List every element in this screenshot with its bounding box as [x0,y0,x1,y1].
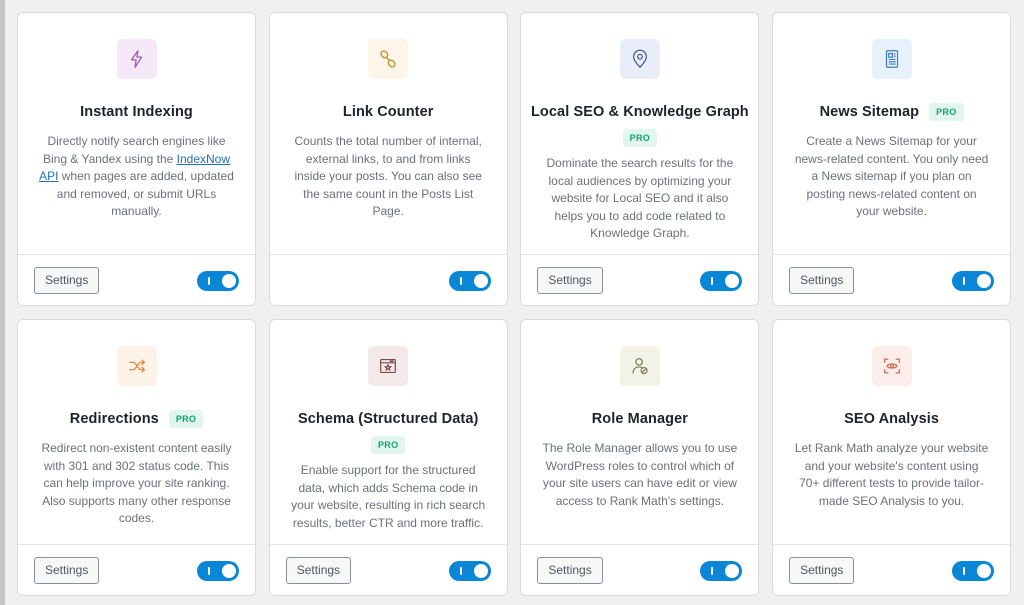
map-pin-icon [619,39,660,79]
module-toggle[interactable] [448,271,491,291]
settings-button[interactable]: Settings [285,557,352,584]
schema-window-icon [368,346,409,386]
module-footer: Settings [269,544,507,595]
settings-button[interactable]: Settings [537,267,603,294]
module-toggle[interactable] [197,561,239,581]
module-title: Instant Indexing [80,104,193,120]
settings-button[interactable]: Settings [34,557,100,584]
module-description: Let Rank Math analyze your website and y… [794,441,989,508]
module-title: Role Manager [591,411,689,427]
shuffle-icon [116,346,157,386]
module-title: Schema (Structured Data) [297,411,479,427]
module-card-local-seo: Local SEO & Knowledge Graph PRO Dominate… [520,12,760,306]
module-description: Create a News Sitemap for your news-rela… [794,134,989,218]
pro-badge: PRO [168,410,204,428]
modules-grid: Instant Indexing Directly notify search … [17,12,1012,596]
module-description: Dominate the search results for the loca… [546,156,734,240]
module-title: Local SEO & Knowledge Graph [530,104,749,120]
pro-badge: PRO [370,436,406,454]
module-toggle[interactable] [952,561,995,581]
module-description: Enable support for the structured data, … [291,463,486,530]
eye-scan-icon [871,346,912,386]
module-title: Redirections [69,411,159,427]
module-card-link-counter: Link Counter Counts the total number of … [268,12,508,306]
module-footer: Settings [773,254,1011,305]
module-footer: Settings [521,254,759,305]
newspaper-icon [871,39,912,79]
settings-button[interactable]: Settings [789,267,855,294]
pro-badge: PRO [929,103,964,121]
module-toggle[interactable] [700,561,743,581]
module-description: Counts the total number of internal, ext… [294,134,482,218]
module-footer: Settings [18,544,255,595]
module-toggle[interactable] [448,561,491,581]
module-title: SEO Analysis [844,411,940,427]
module-title: News Sitemap [819,104,920,120]
module-footer [269,254,507,305]
module-card-seo-analysis: SEO Analysis Let Rank Math analyze your … [772,319,1012,596]
lightning-icon [116,39,157,79]
user-role-icon [619,346,660,386]
module-toggle[interactable] [197,271,239,291]
module-description: The Role Manager allows you to use WordP… [542,441,738,508]
module-card-schema: Schema (Structured Data) PRO Enable supp… [268,319,508,596]
module-footer: Settings [18,254,255,305]
settings-button[interactable]: Settings [789,557,855,584]
settings-button[interactable]: Settings [537,557,603,584]
module-description: Directly notify search engines like Bing… [39,134,234,218]
module-toggle[interactable] [700,271,743,291]
module-toggle[interactable] [952,271,995,291]
module-card-redirections: Redirections PRO Redirect non-existent c… [17,319,256,596]
module-footer: Settings [773,544,1011,595]
module-card-news-sitemap: News Sitemap PRO Create a News Sitemap f… [772,12,1012,306]
module-description: Redirect non-existent content easily wit… [41,441,232,525]
module-card-instant-indexing: Instant Indexing Directly notify search … [17,12,256,306]
link-icon [368,39,409,79]
pro-badge: PRO [622,129,658,147]
module-footer: Settings [521,544,759,595]
module-title: Link Counter [342,104,434,120]
admin-sidebar-edge [0,0,5,605]
settings-button[interactable]: Settings [34,267,100,294]
module-card-role-manager: Role Manager The Role Manager allows you… [520,319,760,596]
